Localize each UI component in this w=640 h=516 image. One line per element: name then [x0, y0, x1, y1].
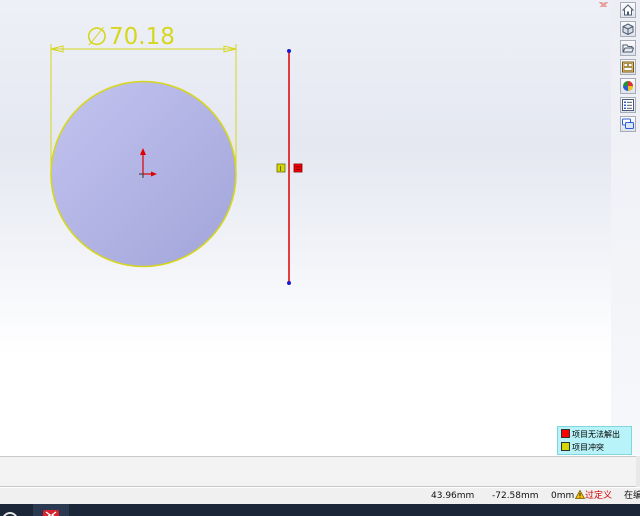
- legend-label-unsolvable: 项目无法解出: [572, 430, 620, 439]
- warning-icon: [574, 489, 586, 499]
- vertical-relation-label: I: [280, 165, 282, 173]
- home-icon[interactable]: [620, 2, 636, 18]
- legend-swatch-yellow: [561, 442, 570, 451]
- vertical-relation-marker[interactable]: I: [276, 163, 286, 173]
- diameter-symbol[interactable]: ∅: [86, 22, 108, 51]
- legend-label-conflict: 项目冲突: [572, 443, 604, 452]
- legend-item-conflict: 项目冲突: [561, 441, 604, 454]
- status-editing-label: 在编: [624, 491, 640, 501]
- sketch-canvas[interactable]: ∅ 70.18 I: [0, 0, 611, 455]
- bottom-panel: [0, 456, 636, 487]
- status-z-coordinate: 0mm: [551, 491, 575, 501]
- equal-relation-marker[interactable]: [293, 163, 303, 173]
- taskbar-solidworks-icon[interactable]: [33, 504, 69, 516]
- legend-item-unsolvable: 项目无法解出: [561, 428, 620, 441]
- status-y-coordinate: -72.58mm: [492, 491, 539, 501]
- line-endpoint-top[interactable]: [287, 49, 291, 53]
- status-state-label: 过定义: [585, 491, 613, 501]
- custom-properties-icon[interactable]: [620, 97, 636, 113]
- taskbar-app-icon[interactable]: [0, 504, 24, 516]
- forum-icon[interactable]: [620, 116, 636, 132]
- parts-library-icon[interactable]: [620, 21, 636, 37]
- appearances-icon[interactable]: [620, 78, 636, 94]
- diameter-dimension-value[interactable]: 70.18: [109, 24, 175, 50]
- legend-swatch-red: [561, 429, 570, 438]
- graphics-area[interactable]: ∅ 70.18 I: [0, 0, 611, 455]
- task-pane: [611, 0, 640, 455]
- view-palette-icon[interactable]: [620, 59, 636, 75]
- windows-taskbar: [0, 504, 640, 516]
- close-sketch-icon[interactable]: [596, 0, 612, 7]
- status-sketch-state[interactable]: 过定义: [574, 488, 613, 504]
- status-bar: 43.96mm -72.58mm 0mm 过定义 在编: [0, 488, 640, 504]
- sketch-status-legend: 项目无法解出 项目冲突: [557, 426, 632, 455]
- bottom-panel-edge: [636, 456, 640, 487]
- open-folder-icon[interactable]: [620, 40, 636, 56]
- status-x-coordinate: 43.96mm: [431, 491, 475, 501]
- line-endpoint-bottom[interactable]: [287, 281, 291, 285]
